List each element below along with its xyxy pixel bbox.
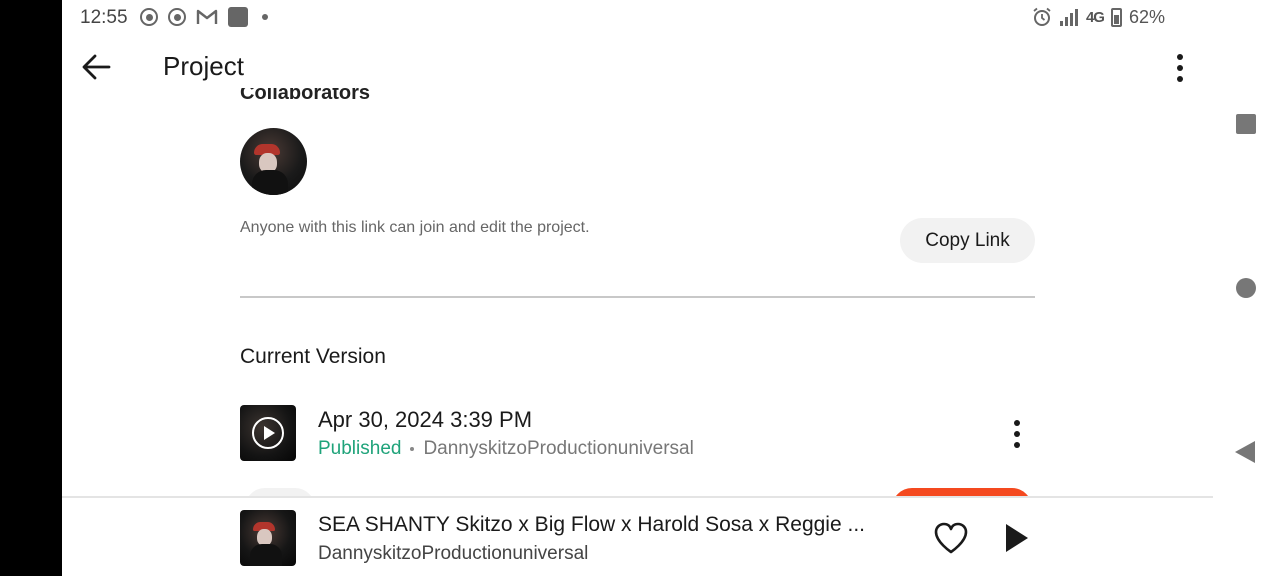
app-icon [228,7,248,27]
signal-icon [1059,9,1078,26]
version-author: DannyskitzoProductionuniversal [423,438,694,459]
back-icon[interactable] [1235,441,1255,463]
left-letterbox [0,0,62,576]
gmail-icon [196,9,218,24]
notification-dot-icon [262,14,268,20]
status-bar: 12:55 4G 62% [62,0,1213,34]
status-badge: Published [318,438,402,459]
separator-dot [410,447,415,451]
copy-link-button[interactable]: Copy Link [900,218,1035,263]
track-artwork[interactable] [240,510,296,566]
link-note: Anyone with this link can join and edit … [240,219,590,236]
network-type: 4G [1085,8,1105,26]
record-icon [168,8,186,26]
home-icon[interactable] [1236,278,1256,298]
version-play-thumbnail[interactable] [240,405,296,461]
record-icon [140,8,158,26]
alarm-icon [1033,7,1051,26]
current-version-heading: Current Version [240,345,386,368]
status-time: 12:55 [80,7,128,28]
collaborators-heading: Collaborators [240,88,371,104]
primary-button-partial[interactable] [892,488,1032,496]
status-notification-icons [140,7,268,27]
mini-player[interactable]: SEA SHANTY Skitzo x Big Flow x Harold So… [62,496,1213,576]
arrow-left-icon [82,54,111,80]
version-date: Apr 30, 2024 3:39 PM [318,407,533,432]
back-button[interactable] [78,48,114,86]
system-nav-bar [1213,0,1280,576]
play-icon[interactable] [998,520,1032,556]
status-system-icons: 4G 62% [1032,6,1165,28]
divider [240,296,1035,298]
track-title[interactable]: SEA SHANTY Skitzo x Big Flow x Harold So… [318,513,908,537]
version-more-button[interactable] [1002,414,1032,454]
heart-outline-icon[interactable] [932,520,970,556]
project-details[interactable]: Collaborators Anyone with this link can … [62,88,1213,496]
recent-apps-icon[interactable] [1236,114,1256,134]
track-artist[interactable]: DannyskitzoProductionuniversal [318,543,588,565]
more-vertical-icon [1177,54,1183,60]
play-circle-icon [252,417,284,449]
battery-percent: 62% [1128,6,1165,27]
app-window: 12:55 4G 62% Project Collaborators Anyon… [62,0,1213,576]
battery-icon [1110,7,1122,27]
more-options-button[interactable] [1165,48,1195,88]
more-vertical-icon [1014,420,1020,426]
collaborator-avatar[interactable] [240,128,307,195]
version-meta: Published DannyskitzoProductionuniversal [318,438,694,460]
secondary-button-partial[interactable] [245,488,315,496]
page-title: Project [163,51,244,81]
